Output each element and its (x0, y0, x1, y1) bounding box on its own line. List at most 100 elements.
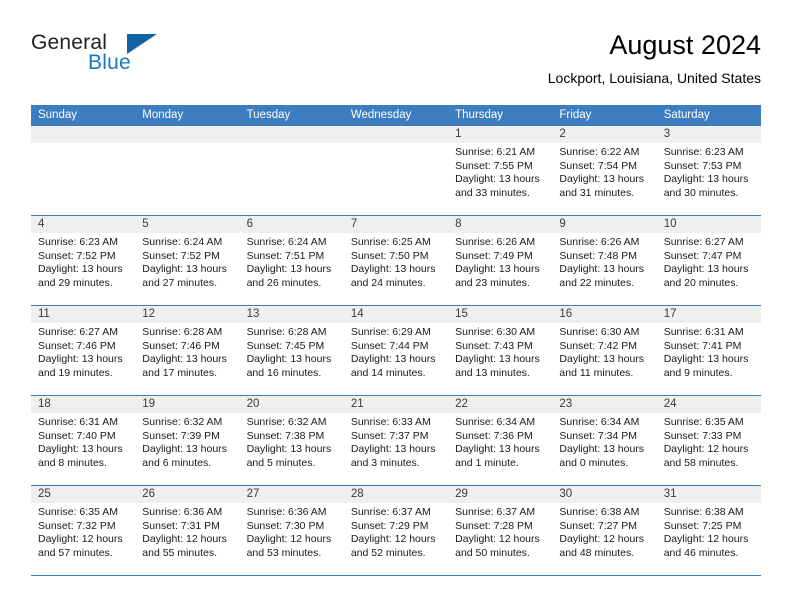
day-cell[interactable]: 16 Sunrise: 6:30 AM Sunset: 7:42 PM Dayligh… (552, 306, 657, 395)
sunset-text: Sunset: 7:38 PM (246, 429, 325, 442)
day-number: 5 (135, 216, 240, 233)
daylight-text-line1: Daylight: 13 hours (663, 353, 749, 366)
day-cell[interactable]: 15 Sunrise: 6:30 AM Sunset: 7:43 PM Dayligh… (448, 306, 553, 395)
day-number: 1 (448, 126, 553, 143)
page-title: August 2024 (609, 30, 761, 60)
sunset-text: Sunset: 7:28 PM (455, 519, 533, 532)
day-number: 3 (656, 126, 761, 143)
sunrise-text: Sunrise: 6:34 AM (455, 416, 536, 428)
day-cell[interactable]: 7 Sunrise: 6:25 AM Sunset: 7:50 PM Daylight… (343, 216, 449, 305)
day-cell[interactable]: 6 Sunrise: 6:24 AM Sunset: 7:51 PM Daylight… (239, 216, 344, 305)
day-cell[interactable]: 10 Sunrise: 6:27 AM Sunset: 7:47 PM Dayligh… (656, 216, 761, 305)
day-cell[interactable]: 31 Sunrise: 6:38 AM Sunset: 7:25 PM Dayligh… (656, 486, 761, 575)
day-number: 11 (31, 306, 136, 323)
day-cell[interactable]: 26 Sunrise: 6:36 AM Sunset: 7:31 PM Dayligh… (135, 486, 240, 575)
daylight-text-line1: Daylight: 12 hours (142, 533, 227, 546)
day-info: Sunrise: 6:24 AM Sunset: 7:51 PM Daylight:… (240, 233, 344, 290)
daylight-text-line2: and 46 minutes. (663, 546, 739, 559)
day-cell[interactable]: 14 Sunrise: 6:29 AM Sunset: 7:44 PM Dayligh… (343, 306, 449, 395)
calendar-page: General Blue August 2024 Lockport, Louis… (0, 0, 792, 612)
day-info: Sunrise: 6:23 AM Sunset: 7:53 PM Daylight:… (657, 143, 761, 200)
daylight-text-line2: and 13 minutes. (455, 366, 530, 379)
sunrise-text: Sunrise: 6:22 AM (559, 146, 640, 158)
day-cell[interactable]: 25 Sunrise: 6:35 AM Sunset: 7:32 PM Dayligh… (31, 486, 136, 575)
day-info: Sunrise: 6:38 AM Sunset: 7:27 PM Daylight:… (552, 503, 656, 560)
day-cell[interactable]: 19 Sunrise: 6:32 AM Sunset: 7:39 PM Dayligh… (135, 396, 240, 485)
day-cell-empty (31, 126, 136, 215)
week-row: 25 Sunrise: 6:35 AM Sunset: 7:32 PM Dayligh… (31, 486, 761, 576)
day-number: 26 (135, 486, 240, 503)
sunrise-text: Sunrise: 6:28 AM (246, 326, 327, 338)
day-cell[interactable]: 18 Sunrise: 6:31 AM Sunset: 7:40 PM Dayligh… (31, 396, 136, 485)
day-info: Sunrise: 6:27 AM Sunset: 7:46 PM Daylight:… (31, 323, 135, 380)
daylight-text-line2: and 8 minutes. (38, 456, 107, 469)
sunrise-text: Sunrise: 6:21 AM (455, 146, 536, 158)
day-cell[interactable]: 5 Sunrise: 6:24 AM Sunset: 7:52 PM Daylight… (135, 216, 240, 305)
day-cell[interactable]: 22 Sunrise: 6:34 AM Sunset: 7:36 PM Dayligh… (448, 396, 553, 485)
sunset-text: Sunset: 7:48 PM (559, 249, 638, 262)
day-cell[interactable]: 21 Sunrise: 6:33 AM Sunset: 7:37 PM Dayligh… (343, 396, 449, 485)
sunrise-text: Sunrise: 6:28 AM (142, 326, 223, 338)
day-info (240, 143, 344, 146)
day-cell[interactable]: 23 Sunrise: 6:34 AM Sunset: 7:34 PM Dayligh… (552, 396, 657, 485)
sunrise-text: Sunrise: 6:34 AM (559, 416, 640, 428)
day-number (135, 126, 240, 143)
daylight-text-line2: and 58 minutes. (663, 456, 739, 469)
daylight-text-line1: Daylight: 13 hours (559, 263, 645, 276)
day-number: 22 (448, 396, 553, 413)
weekday-header-thursday: Thursday (455, 109, 504, 121)
sunrise-text: Sunrise: 6:26 AM (455, 236, 536, 248)
day-number: 2 (552, 126, 657, 143)
sunrise-text: Sunrise: 6:31 AM (38, 416, 118, 428)
day-number (343, 126, 449, 143)
day-info: Sunrise: 6:21 AM Sunset: 7:55 PM Daylight:… (448, 143, 552, 200)
day-number: 10 (656, 216, 761, 233)
day-cell[interactable]: 29 Sunrise: 6:37 AM Sunset: 7:28 PM Dayligh… (448, 486, 553, 575)
weekday-header-monday: Monday (142, 109, 184, 121)
daylight-text-line1: Daylight: 13 hours (246, 353, 332, 366)
day-cell[interactable]: 9 Sunrise: 6:26 AM Sunset: 7:48 PM Daylight… (552, 216, 657, 305)
day-cell[interactable]: 27 Sunrise: 6:36 AM Sunset: 7:30 PM Dayligh… (239, 486, 344, 575)
day-cell[interactable]: 4 Sunrise: 6:23 AM Sunset: 7:52 PM Daylight… (31, 216, 136, 305)
day-cell[interactable]: 30 Sunrise: 6:38 AM Sunset: 7:27 PM Dayligh… (552, 486, 657, 575)
day-info (344, 143, 448, 146)
day-cell[interactable]: 8 Sunrise: 6:26 AM Sunset: 7:49 PM Daylight… (448, 216, 553, 305)
day-cell[interactable]: 1 Sunrise: 6:21 AM Sunset: 7:55 PM Daylight… (448, 126, 553, 215)
daylight-text-line1: Daylight: 13 hours (455, 443, 540, 456)
daylight-text-line1: Daylight: 13 hours (350, 443, 436, 456)
day-info: Sunrise: 6:35 AM Sunset: 7:32 PM Daylight:… (31, 503, 135, 560)
daylight-text-line2: and 53 minutes. (246, 546, 322, 559)
daylight-text-line2: and 11 minutes. (559, 366, 634, 379)
day-cell[interactable]: 11 Sunrise: 6:27 AM Sunset: 7:46 PM Dayligh… (31, 306, 136, 395)
daylight-text-line1: Daylight: 13 hours (559, 353, 645, 366)
day-cell[interactable]: 12 Sunrise: 6:28 AM Sunset: 7:46 PM Dayligh… (135, 306, 240, 395)
day-number: 27 (239, 486, 344, 503)
daylight-text-line2: and 3 minutes. (350, 456, 420, 469)
day-cell[interactable]: 20 Sunrise: 6:32 AM Sunset: 7:38 PM Dayligh… (239, 396, 344, 485)
daylight-text-line1: Daylight: 13 hours (142, 443, 227, 456)
daylight-text-line2: and 52 minutes. (350, 546, 426, 559)
brand-logo[interactable]: General Blue (31, 32, 251, 88)
sunset-text: Sunset: 7:51 PM (246, 249, 325, 262)
daylight-text-line2: and 14 minutes. (350, 366, 426, 379)
day-cell[interactable]: 28 Sunrise: 6:37 AM Sunset: 7:29 PM Dayligh… (343, 486, 449, 575)
day-cell[interactable]: 17 Sunrise: 6:31 AM Sunset: 7:41 PM Dayligh… (656, 306, 761, 395)
day-info: Sunrise: 6:38 AM Sunset: 7:25 PM Daylight:… (657, 503, 761, 560)
day-cell[interactable]: 2 Sunrise: 6:22 AM Sunset: 7:54 PM Daylight… (552, 126, 657, 215)
sunset-text: Sunset: 7:30 PM (246, 519, 325, 532)
daylight-text-line1: Daylight: 13 hours (455, 263, 540, 276)
sunset-text: Sunset: 7:52 PM (142, 249, 220, 262)
daylight-text-line1: Daylight: 12 hours (455, 533, 540, 546)
day-info: Sunrise: 6:25 AM Sunset: 7:50 PM Daylight:… (344, 233, 448, 290)
brand-name-blue: Blue (88, 51, 131, 74)
day-cell[interactable]: 24 Sunrise: 6:35 AM Sunset: 7:33 PM Dayligh… (656, 396, 761, 485)
daylight-text-line1: Daylight: 13 hours (38, 353, 123, 366)
daylight-text-line2: and 19 minutes. (38, 366, 113, 379)
day-cell[interactable]: 3 Sunrise: 6:23 AM Sunset: 7:53 PM Daylight… (656, 126, 761, 215)
day-cell[interactable]: 13 Sunrise: 6:28 AM Sunset: 7:45 PM Dayligh… (239, 306, 344, 395)
daylight-text-line2: and 20 minutes. (663, 276, 739, 289)
day-number: 8 (448, 216, 553, 233)
day-info: Sunrise: 6:34 AM Sunset: 7:34 PM Daylight:… (552, 413, 656, 470)
day-number: 31 (656, 486, 761, 503)
sunset-text: Sunset: 7:50 PM (350, 249, 429, 262)
